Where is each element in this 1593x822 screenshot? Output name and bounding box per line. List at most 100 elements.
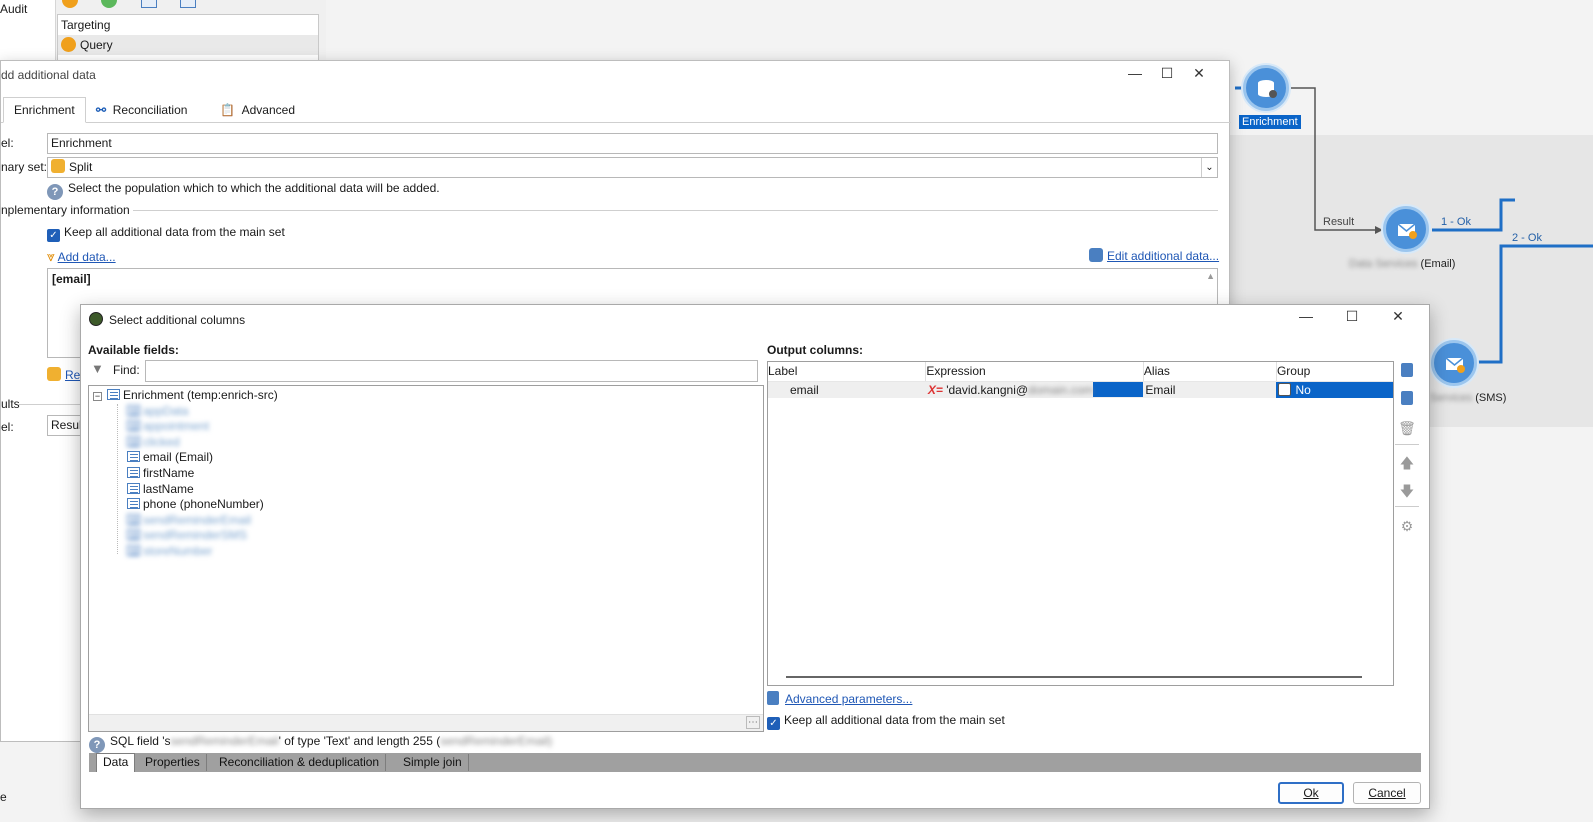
- distribution-icon[interactable]: ⚙: [1398, 517, 1416, 535]
- enrichment-node-label[interactable]: Enrichment: [1239, 115, 1301, 129]
- minimize-icon[interactable]: —: [1119, 65, 1151, 81]
- group-checkbox[interactable]: [1278, 382, 1292, 396]
- enrichment-dialog-title: dd additional data: [1, 68, 96, 82]
- sms-delivery-node[interactable]: [1431, 340, 1477, 386]
- query-icon: [61, 37, 76, 52]
- tab-enrichment[interactable]: Enrichment: [3, 97, 86, 123]
- label-caption: el:: [1, 136, 14, 150]
- collapse-icon[interactable]: −: [93, 392, 102, 401]
- tree-root[interactable]: − Enrichment (temp:enrich-src): [93, 387, 278, 403]
- re-link[interactable]: Re: [65, 368, 80, 382]
- table-row[interactable]: email X= 'david.kangni@domain.com Email …: [768, 381, 1393, 398]
- chevron-down-icon[interactable]: ⌄: [1201, 158, 1217, 177]
- targeting-list: Targeting Query: [57, 14, 319, 66]
- cell-label[interactable]: email: [768, 381, 926, 398]
- close-icon[interactable]: ✕: [1375, 308, 1421, 325]
- expression-icon: X=: [927, 383, 943, 398]
- keep-all-checkbox-row[interactable]: ✓ Keep all additional data from the main …: [47, 225, 285, 242]
- list-icon: [127, 451, 140, 462]
- clipboard-icon: 📋: [220, 103, 235, 117]
- split-icon[interactable]: [140, 0, 157, 8]
- trash-icon[interactable]: 🗑: [1398, 419, 1416, 437]
- col-header-alias[interactable]: Alias: [1143, 362, 1277, 382]
- enrichment-tabs: Enrichment ⚯ Reconciliation 📋 Advanced: [1, 97, 1231, 123]
- cell-group[interactable]: No: [1276, 381, 1393, 398]
- email-expression: [email]: [52, 272, 91, 286]
- tab-advanced[interactable]: 📋 Advanced: [209, 97, 306, 123]
- results-caption: ults: [1, 397, 20, 411]
- keep-all-checkbox[interactable]: ✓: [767, 717, 780, 730]
- add-expression-icon[interactable]: [1398, 391, 1416, 409]
- more-icon[interactable]: ⋯: [746, 716, 760, 729]
- tab-reconciliation-dedup[interactable]: Reconciliation & deduplication: [213, 754, 387, 771]
- maximize-icon[interactable]: ☐: [1329, 308, 1375, 325]
- transition-ok2-label: 2 - Ok: [1512, 232, 1542, 244]
- scroll-up-icon[interactable]: ▲: [1206, 271, 1215, 281]
- add-column-icon[interactable]: [1398, 363, 1416, 381]
- tree-item[interactable]: clicked: [127, 434, 180, 450]
- side-divider: [1395, 444, 1419, 445]
- col-header-expression[interactable]: Expression: [925, 362, 1144, 382]
- arrow-up-icon[interactable]: 🡅: [1398, 454, 1416, 472]
- tree-item-phone[interactable]: phone (phoneNumber): [127, 496, 264, 512]
- sms-icon: [1445, 357, 1465, 373]
- output-columns-grid: Label Expression Alias Group email X= 'd…: [767, 361, 1394, 686]
- ok-button[interactable]: Ok: [1278, 782, 1344, 804]
- tab-reconciliation[interactable]: ⚯ Reconciliation: [85, 97, 198, 123]
- tree-item-firstname[interactable]: firstName: [127, 465, 194, 481]
- list-icon: [127, 545, 140, 556]
- arrow-down-icon[interactable]: 🡇: [1398, 482, 1416, 500]
- find-input[interactable]: [145, 360, 758, 382]
- enrichment-tool-icon[interactable]: [180, 0, 197, 8]
- help-icon: ?: [89, 737, 105, 753]
- edit-additional-data-link[interactable]: Edit additional data...: [1107, 249, 1219, 263]
- email-delivery-node[interactable]: [1383, 206, 1429, 252]
- section-divider: [133, 210, 1218, 211]
- list-icon: [127, 483, 140, 494]
- col-header-group[interactable]: Group: [1276, 362, 1393, 382]
- primary-set-select[interactable]: Split ⌄: [47, 157, 1218, 178]
- output-columns-title: Output columns:: [767, 343, 863, 357]
- sms-delivery-node-label[interactable]: Services (SMS): [1430, 392, 1506, 404]
- help-icon: ?: [47, 184, 63, 200]
- tree-item[interactable]: storeNumber: [127, 543, 212, 559]
- result-label-caption: el:: [1, 420, 14, 434]
- keep-all-checkbox[interactable]: ✓: [47, 229, 60, 242]
- close-icon[interactable]: ✕: [1183, 65, 1215, 82]
- email-delivery-node-label[interactable]: Data Services (Email): [1349, 258, 1455, 270]
- tree-item-lastname[interactable]: lastName: [127, 481, 194, 497]
- tab-data[interactable]: Data: [96, 753, 136, 772]
- query-icon[interactable]: [62, 0, 78, 8]
- col-header-label[interactable]: Label: [768, 362, 927, 382]
- tree-item[interactable]: appointment: [127, 418, 209, 434]
- help-line: ? Select the population which to which th…: [47, 181, 440, 200]
- label-field[interactable]: Enrichment: [47, 133, 1218, 154]
- minimize-icon[interactable]: —: [1283, 308, 1329, 324]
- targeting-header: Targeting: [61, 18, 111, 32]
- list-icon: [127, 498, 140, 509]
- available-fields-tree: − Enrichment (temp:enrich-src) appData ap…: [88, 385, 764, 732]
- database-user-icon: [1089, 248, 1103, 262]
- side-divider: [1395, 506, 1419, 507]
- check-icon[interactable]: [101, 0, 118, 8]
- maximize-icon[interactable]: ☐: [1151, 65, 1183, 82]
- targeting-item-query[interactable]: Query: [58, 35, 318, 55]
- explorer-item-audit[interactable]: Audit: [0, 2, 27, 16]
- tree-item[interactable]: appData: [127, 403, 188, 419]
- cancel-button[interactable]: Cancel: [1353, 782, 1421, 804]
- enrichment-node[interactable]: [1243, 65, 1289, 111]
- filter-icon: ▼: [91, 361, 104, 376]
- tree-item[interactable]: sendReminderSMS: [127, 527, 247, 543]
- tab-properties[interactable]: Properties: [139, 754, 207, 771]
- tree-item[interactable]: sendReminderEmail: [127, 512, 251, 528]
- tab-simple-join[interactable]: Simple join: [397, 754, 469, 771]
- keep-all-row[interactable]: ✓ Keep all additional data from the main …: [767, 713, 1005, 730]
- add-data-link[interactable]: Add data...: [58, 250, 116, 264]
- cell-alias[interactable]: Email: [1143, 381, 1276, 398]
- horizontal-scrollbar[interactable]: [786, 676, 1362, 678]
- tree-item-email[interactable]: email (Email): [127, 449, 213, 465]
- list-icon: [127, 436, 140, 447]
- status-area: [0, 742, 80, 822]
- advanced-parameters-link[interactable]: Advanced parameters...: [785, 692, 912, 706]
- cell-expression[interactable]: X= 'david.kangni@domain.com: [926, 381, 1144, 398]
